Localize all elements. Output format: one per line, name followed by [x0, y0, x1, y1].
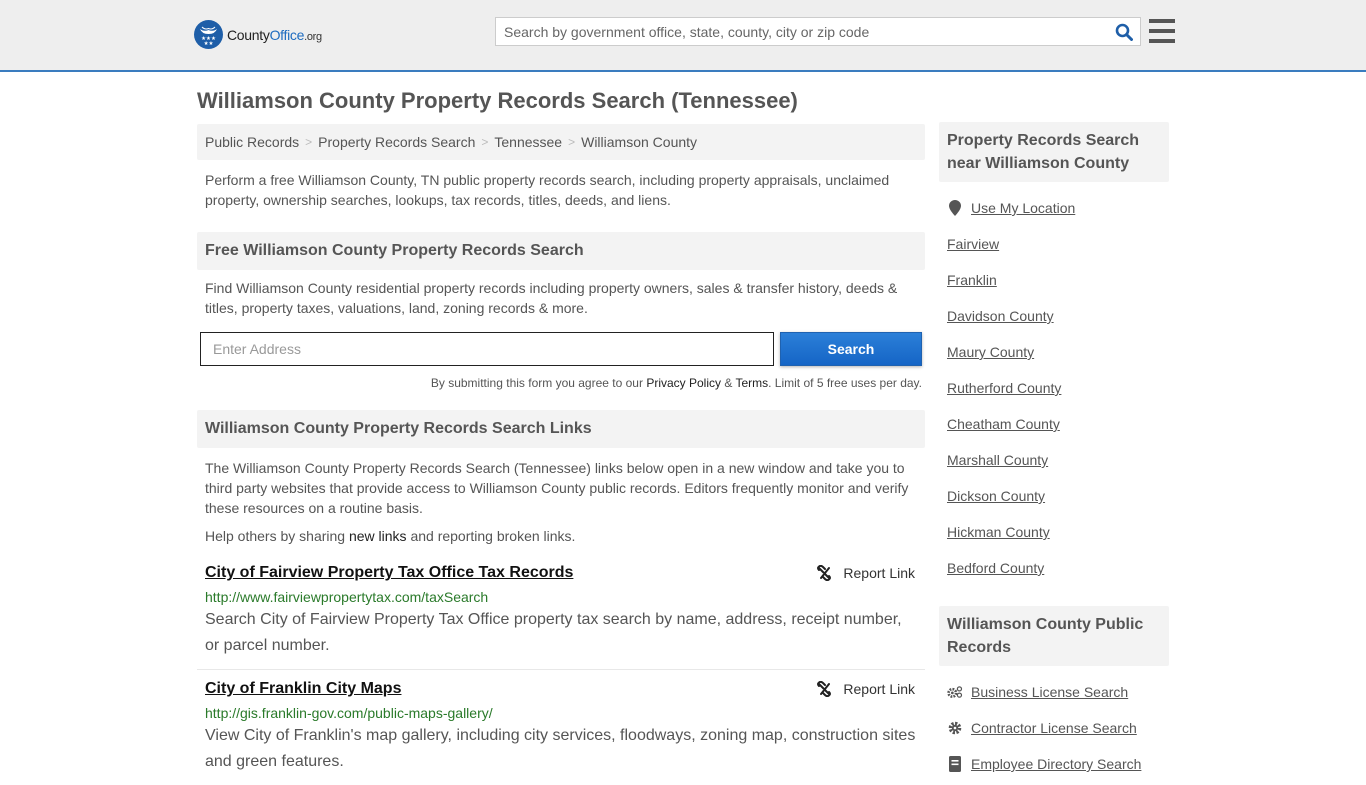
nearby-link-bedford-county[interactable]: Bedford County [947, 560, 1044, 576]
public-records-item: Contractor License Search [947, 710, 1169, 746]
nearby-item: Dickson County [947, 478, 1169, 514]
nearby-link-rutherford-county[interactable]: Rutherford County [947, 380, 1061, 396]
new-links-link[interactable]: new links [349, 528, 407, 544]
nearby-item: Fairview [947, 226, 1169, 262]
resource-link-url: http://gis.franklin-gov.com/public-maps-… [205, 705, 493, 721]
site-search-input[interactable] [496, 18, 1108, 45]
address-book-icon [947, 756, 963, 772]
nearby-link-davidson-county[interactable]: Davidson County [947, 308, 1054, 324]
nearby-item: Maury County [947, 334, 1169, 370]
eagle-stars-logo-icon: ★★★ ★★ [194, 20, 223, 49]
breadcrumb-separator: > [305, 135, 313, 149]
report-link-button[interactable]: Report Link [816, 565, 915, 581]
breadcrumb-property-records-search[interactable]: Property Records Search [318, 134, 475, 150]
site-logo[interactable]: ★★★ ★★ CountyOffice.org [194, 20, 322, 49]
public-records-list: Business License Search Contractor Licen… [939, 666, 1169, 782]
breadcrumb: Public Records > Property Records Search… [197, 124, 925, 160]
search-icon [1115, 23, 1133, 41]
nearby-item: Rutherford County [947, 370, 1169, 406]
nearby-link-marshall-county[interactable]: Marshall County [947, 452, 1048, 468]
resource-link-item: City of Fairview Property Tax Office Tax… [197, 544, 925, 669]
disclaimer-limit-text: . Limit of 5 free uses per day. [768, 376, 922, 390]
nearby-link-maury-county[interactable]: Maury County [947, 344, 1034, 360]
broken-link-icon [817, 565, 832, 581]
resource-link-url: http://www.fairviewpropertytax.com/taxSe… [205, 589, 489, 605]
nearby-link-hickman-county[interactable]: Hickman County [947, 524, 1050, 540]
nearby-link-cheatham-county[interactable]: Cheatham County [947, 416, 1060, 432]
help-text-post: and reporting broken links. [406, 528, 576, 544]
help-text-pre: Help others by sharing [205, 528, 349, 544]
map-marker-icon [947, 200, 963, 216]
public-records-item: Business License Search [947, 674, 1169, 710]
nearby-heading: Property Records Search near Williamson … [939, 122, 1169, 182]
resource-link-title[interactable]: City of Fairview Property Tax Office Tax… [205, 564, 573, 582]
breadcrumb-public-records[interactable]: Public Records [205, 134, 299, 150]
logo-text-org: .org [304, 30, 322, 43]
resource-link-description: View City of Franklin's map gallery, inc… [205, 727, 916, 770]
free-search-heading: Free Williamson County Property Records … [197, 232, 925, 270]
svg-text:★★: ★★ [204, 41, 214, 47]
broken-link-icon [817, 681, 832, 697]
nearby-item: Marshall County [947, 442, 1169, 478]
terms-link[interactable]: Terms [735, 376, 768, 390]
resource-link-description: Search City of Fairview Property Tax Off… [205, 611, 902, 654]
privacy-policy-link[interactable]: Privacy Policy [646, 376, 721, 390]
sidebar: Property Records Search near Williamson … [939, 122, 1169, 782]
breadcrumb-williamson-county[interactable]: Williamson County [581, 134, 697, 150]
site-search-box [495, 17, 1141, 46]
intro-text: Perform a free Williamson County, TN pub… [205, 172, 890, 208]
nearby-item: Franklin [947, 262, 1169, 298]
logo-text-office: Office [269, 26, 305, 43]
report-link-label: Report Link [843, 681, 915, 697]
use-my-location-item: Use My Location [947, 190, 1169, 226]
logo-text-county: County [227, 26, 270, 43]
public-records-item: Employee Directory Search [947, 746, 1169, 782]
nearby-link-fairview[interactable]: Fairview [947, 236, 999, 252]
form-disclaimer: By submitting this form you agree to our… [197, 376, 925, 390]
free-search-description: Find Williamson County residential prope… [205, 280, 898, 316]
report-link-label: Report Link [843, 565, 915, 581]
address-search-form: Search [197, 332, 925, 366]
nearby-item: Davidson County [947, 298, 1169, 334]
nearby-link-dickson-county[interactable]: Dickson County [947, 488, 1045, 504]
business-license-search-link[interactable]: Business License Search [971, 684, 1128, 700]
page-title: Williamson County Property Records Searc… [197, 88, 798, 113]
address-input[interactable] [200, 332, 774, 366]
use-my-location-link[interactable]: Use My Location [971, 200, 1075, 216]
report-link-button[interactable]: Report Link [816, 681, 915, 697]
nearby-item: Bedford County [947, 550, 1169, 586]
breadcrumb-tennessee[interactable]: Tennessee [494, 134, 562, 150]
nearby-list: Use My Location Fairview Franklin Davids… [939, 182, 1169, 586]
breadcrumb-separator: > [568, 135, 576, 149]
logo-wordmark: CountyOffice.org [227, 27, 322, 43]
gears-icon [947, 685, 963, 699]
nearby-item: Cheatham County [947, 406, 1169, 442]
disclaimer-text: By submitting this form you agree to our [430, 376, 647, 390]
links-section-description: The Williamson County Property Records S… [205, 460, 909, 516]
site-header: ★★★ ★★ CountyOffice.org [0, 0, 1366, 72]
hamburger-menu-icon[interactable] [1149, 19, 1175, 43]
gear-icon [947, 721, 963, 735]
address-search-button[interactable]: Search [780, 332, 922, 366]
help-text: Help others by sharing new links and rep… [197, 518, 925, 544]
nearby-item: Hickman County [947, 514, 1169, 550]
breadcrumb-separator: > [481, 135, 489, 149]
resource-link-title[interactable]: City of Franklin City Maps [205, 680, 401, 698]
search-button[interactable] [1108, 18, 1140, 45]
disclaimer-ampersand: & [721, 376, 736, 390]
main-content: Public Records > Property Records Search… [197, 124, 925, 785]
nearby-link-franklin[interactable]: Franklin [947, 272, 997, 288]
public-records-heading: Williamson County Public Records [939, 606, 1169, 666]
employee-directory-search-link[interactable]: Employee Directory Search [971, 756, 1141, 772]
links-section-heading: Williamson County Property Records Searc… [197, 410, 925, 448]
contractor-license-search-link[interactable]: Contractor License Search [971, 720, 1137, 736]
